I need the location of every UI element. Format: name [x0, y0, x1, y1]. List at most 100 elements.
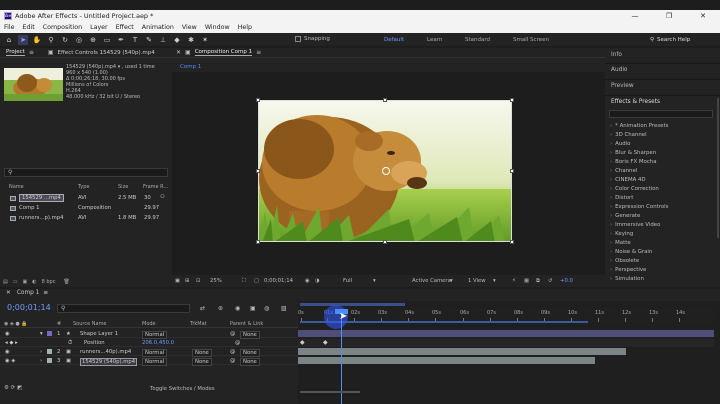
timeline-tab-label[interactable]: Comp 1 — [17, 290, 39, 296]
label-color-swatch[interactable] — [47, 358, 52, 363]
region-icon[interactable]: ⊞ — [185, 278, 189, 284]
menu-help[interactable]: Help — [238, 24, 252, 31]
lion-footage-frame[interactable] — [258, 100, 512, 242]
layer-bar-lion[interactable] — [298, 357, 595, 364]
timeline-tab[interactable]: ✕ Comp 1 ≡ — [6, 290, 48, 296]
visibility-icon[interactable]: ◉ — [5, 349, 10, 355]
transform-handle[interactable] — [510, 98, 514, 102]
scrollbar[interactable] — [717, 98, 719, 238]
panel-menu-icon[interactable]: ≡ — [256, 49, 261, 56]
layer-row[interactable]: ◉ ▾ 1 ★ Shape Layer 1 Normal @ None — [0, 329, 298, 339]
toggle-switches-modes-button[interactable]: Toggle Switches / Modes — [150, 386, 215, 392]
menu-animation[interactable]: Animation — [142, 24, 174, 31]
transform-handle[interactable] — [256, 98, 260, 102]
workspace-default[interactable]: Default — [384, 37, 404, 43]
tab-effect-controls[interactable]: Effect Controls 154529 (540p).mp4 — [58, 50, 155, 56]
region-of-interest-icon[interactable]: ▢ — [254, 278, 259, 284]
visibility-audio-icon[interactable]: ◉ ◈ — [5, 358, 15, 364]
zoom-slider[interactable] — [300, 391, 360, 393]
keyframe-icon[interactable]: ◆ — [300, 339, 305, 346]
timeline-search-input[interactable]: ⚲ — [57, 304, 190, 313]
lock-icon[interactable]: ▣ — [48, 49, 54, 56]
comp-breadcrumb[interactable]: Comp 1 — [180, 64, 201, 70]
pan-behind-icon[interactable]: ⊕ — [88, 35, 98, 45]
list-item[interactable]: Comp 1 Composition 29.97 — [0, 203, 172, 213]
workspace-small-screen[interactable]: Small Screen — [513, 37, 549, 43]
snapshot-icon[interactable]: ⛶ — [242, 278, 246, 285]
fast-preview-icon[interactable]: ⚡ — [512, 278, 516, 284]
effect-category[interactable]: * Animation Presets — [610, 123, 668, 129]
camera-icon[interactable]: ◎ — [74, 35, 84, 45]
layer-row[interactable]: ◉ ◈ › 3 ▣ 154529 (540p).mp4 Normal None … — [0, 356, 298, 366]
comp-mini-flowchart-icon[interactable]: ⇄ — [200, 305, 205, 312]
close-icon[interactable]: ✕ — [6, 290, 11, 296]
zoom-dropdown[interactable]: 25% — [210, 278, 222, 284]
project-search-input[interactable]: ⚲ — [4, 168, 168, 177]
viewer-canvas[interactable] — [172, 72, 605, 275]
position-value[interactable]: 206.0,450.0 — [142, 340, 174, 346]
viewer-timecode[interactable]: 0;00;01;14 — [264, 278, 293, 284]
bpc-label[interactable]: 8 bpc — [42, 279, 56, 285]
transparency-grid-icon[interactable]: ▦ — [524, 278, 529, 284]
frame-blending-icon[interactable]: ▣ — [250, 305, 256, 312]
layer-row[interactable]: ◂ ◆ ▸ ⏱ Position 206.0,450.0 @ — [0, 338, 298, 347]
info-panel-title[interactable]: Info — [611, 52, 622, 58]
rectangle-icon[interactable]: ▭ — [102, 35, 112, 45]
minimize-button[interactable]: — — [618, 10, 652, 22]
draft-3d-icon[interactable]: ⊛ — [218, 305, 223, 312]
column-type[interactable]: Type — [78, 184, 89, 190]
color-settings-icon[interactable]: ◐ — [32, 279, 36, 285]
layer-bar-shape-layer[interactable] — [298, 330, 714, 337]
lock-icon[interactable]: ▣ — [185, 49, 191, 56]
list-item[interactable]: runners...p).mp4 AVI 1.8 MB 29.97 — [0, 213, 172, 223]
selection-icon[interactable]: ➤ — [18, 34, 28, 45]
new-folder-icon[interactable]: ▭ — [13, 279, 18, 285]
home-icon[interactable]: ⌂ — [4, 35, 14, 45]
panel-menu-icon[interactable]: ≡ — [43, 290, 48, 296]
effects-presets-title[interactable]: Effects & Presets — [611, 99, 660, 105]
camera-icon[interactable]: ◉ — [305, 278, 310, 284]
menu-view[interactable]: View — [182, 24, 197, 31]
switch-panel-icons[interactable]: ⚙ ⟳ ◩ — [4, 385, 22, 391]
pen-icon[interactable]: ✒ — [116, 35, 126, 45]
effect-category[interactable]: Perspective — [610, 267, 646, 273]
layer-row[interactable]: ◉ › 2 ▣ runners...40p).mp4 Normal None @… — [0, 347, 298, 357]
column-name[interactable]: Name — [9, 184, 24, 190]
3d-icon[interactable]: ⧉ — [536, 278, 540, 285]
panel-menu-icon[interactable]: ≡ — [29, 49, 34, 56]
snapping-toggle[interactable]: Snapping — [295, 36, 330, 42]
column-size[interactable]: Size — [118, 184, 128, 190]
effect-category[interactable]: Blur & Sharpen — [610, 150, 656, 156]
transform-handle[interactable] — [383, 240, 387, 244]
parent-pickwhip-icon[interactable]: @ — [230, 358, 235, 364]
timeline-timecode[interactable]: 0;00;01;14 — [7, 303, 51, 312]
roto-icon[interactable]: ✱ — [186, 35, 196, 45]
shy-layers-icon[interactable]: ◉ — [235, 305, 240, 312]
tab-project[interactable]: Project — [6, 49, 25, 56]
column-source-name[interactable]: Source Name — [73, 321, 107, 327]
label-color-swatch[interactable] — [47, 349, 52, 354]
transform-handle[interactable] — [256, 169, 260, 173]
parent-pickwhip-icon[interactable]: @ — [230, 331, 235, 337]
column-trkmat[interactable]: TrkMat — [190, 321, 207, 327]
collapse-chevron-icon[interactable]: ▾ — [40, 331, 43, 337]
menu-window[interactable]: Window — [205, 24, 230, 31]
column-parent[interactable]: Parent & Link — [230, 321, 263, 327]
layer-name[interactable]: runners...40p).mp4 — [80, 349, 131, 355]
menu-layer[interactable]: Layer — [90, 24, 108, 31]
menu-edit[interactable]: Edit — [23, 24, 35, 31]
column-mode[interactable]: Mode — [142, 321, 156, 327]
transform-handle[interactable] — [383, 98, 387, 102]
workspace-standard[interactable]: Standard — [465, 37, 490, 43]
always-preview-icon[interactable]: ▣ — [175, 278, 180, 284]
views-dropdown[interactable]: 1 View — [468, 278, 486, 284]
keyframe-icon[interactable]: ◆ — [323, 339, 328, 346]
transform-handle[interactable] — [510, 169, 514, 173]
parent-dropdown[interactable]: None — [240, 357, 260, 366]
reset-exposure-icon[interactable]: ↺ — [548, 278, 552, 284]
clone-icon[interactable]: ⊥ — [158, 35, 168, 45]
hand-icon[interactable]: ✋ — [32, 35, 42, 45]
layer-name[interactable]: 154529 (540p).mp4 — [80, 357, 138, 366]
layer-name[interactable]: Shape Layer 1 — [80, 331, 118, 337]
menu-composition[interactable]: Composition — [43, 24, 82, 31]
